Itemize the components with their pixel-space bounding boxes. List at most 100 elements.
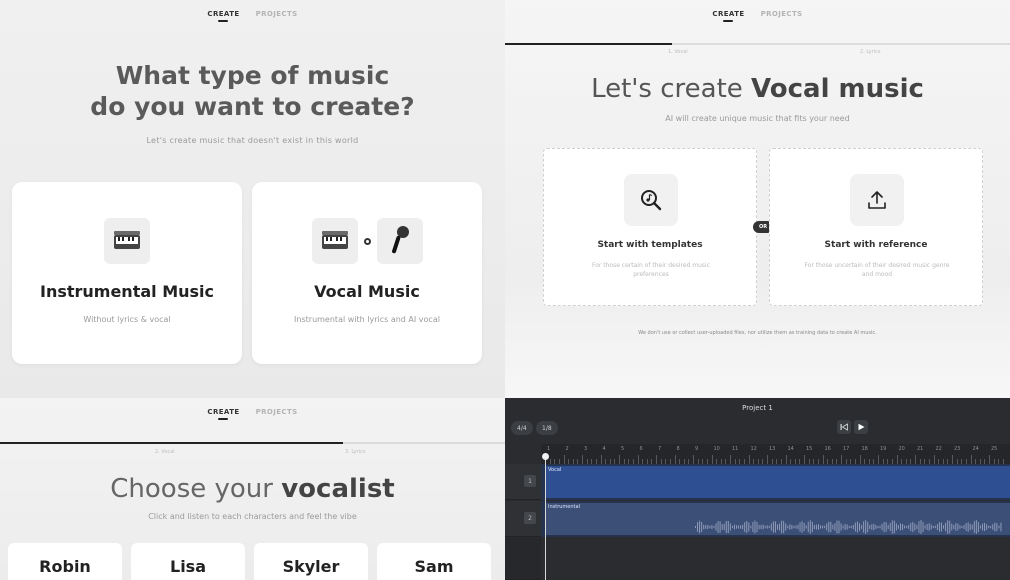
card-title: Vocal Music — [314, 282, 420, 301]
track-lane-instrumental[interactable]: Instrumental — [541, 501, 1010, 537]
waveform-bar — [781, 520, 783, 534]
waveform-bar — [826, 523, 828, 531]
waveform-bar — [744, 522, 746, 532]
note-value-chip[interactable]: 1/8 — [536, 421, 558, 435]
ruler-number: 20 — [898, 446, 905, 452]
waveform-bar — [699, 520, 701, 534]
transport-controls — [837, 420, 868, 434]
waveform-bar — [945, 522, 947, 532]
page-subtitle: Let's create music that doesn't exist in… — [146, 136, 359, 145]
progress-fill — [505, 43, 672, 45]
tab-projects[interactable]: PROJECTS — [761, 10, 803, 18]
vocalist-card-skyler[interactable]: Skyler — [254, 543, 368, 580]
ruler-number: 4 — [602, 446, 606, 452]
waveform — [695, 520, 1002, 534]
ruler-number: 14 — [787, 446, 794, 452]
ruler-number: 25 — [991, 446, 998, 452]
waveform-bar — [877, 525, 879, 529]
waveform-bar — [703, 524, 705, 530]
track-number[interactable]: 2 — [524, 512, 536, 524]
title-bold: vocalist — [281, 474, 395, 504]
time-signature-chip[interactable]: 4/4 — [511, 421, 533, 435]
waveform-bar — [965, 523, 967, 531]
waveform-bar — [936, 523, 938, 531]
waveform-bar — [754, 520, 756, 534]
waveform-bar — [930, 524, 932, 530]
waveform-bar — [977, 521, 979, 533]
waveform-bar — [881, 523, 883, 531]
vocal-music-card[interactable]: Vocal Music Instrumental with lyrics and… — [252, 182, 482, 364]
editor-panel: Project 1 4/4 1/8 1 2 3 4 5 6 7 8 9 10 11 12 13 14 15 1… — [505, 398, 1010, 580]
start-with-reference-card[interactable]: Start with reference For those uncertain… — [769, 148, 983, 306]
waveform-bar — [840, 523, 842, 531]
vocalist-card-robin[interactable]: Robin — [8, 543, 122, 580]
waveform-bar — [772, 521, 774, 533]
privacy-note: We don't use or collect user-uploaded fi… — [638, 330, 877, 336]
card-title: Start with reference — [824, 240, 928, 250]
waveform-bar — [863, 521, 865, 533]
waveform-bar — [844, 523, 846, 531]
waveform-bar — [920, 520, 922, 534]
track-header-vocal[interactable]: 1 — [505, 464, 541, 500]
instrumental-clip[interactable]: Instrumental — [545, 503, 1010, 535]
ruler-number: 7 — [658, 446, 662, 452]
waveform-bar — [988, 525, 990, 529]
waveform-bar — [908, 524, 910, 530]
waveform-bar — [883, 521, 885, 533]
playhead[interactable] — [542, 453, 549, 580]
instrumental-music-card[interactable]: Instrumental Music Without lyrics & voca… — [12, 182, 242, 364]
vocal-clip[interactable]: Vocal — [545, 466, 1010, 498]
empty-track-area — [505, 538, 541, 580]
tab-projects[interactable]: PROJECTS — [256, 10, 298, 18]
ruler-number: 15 — [806, 446, 813, 452]
title-line-2: do you want to create? — [90, 92, 415, 121]
top-nav: CREATE PROJECTS — [0, 408, 505, 420]
ruler-number: 9 — [695, 446, 699, 452]
vocalist-card-lisa[interactable]: Lisa — [131, 543, 245, 580]
waveform-bar — [859, 523, 860, 531]
waveform-bar — [723, 523, 725, 531]
clip-label: Vocal — [548, 467, 562, 473]
page-title: What type of music do you want to create… — [0, 60, 505, 122]
waveform-bar — [852, 524, 854, 530]
step-progress-bar — [505, 43, 1010, 45]
start-with-templates-card[interactable]: Start with templates For those certain o… — [543, 148, 757, 306]
waveform-bar — [830, 521, 832, 533]
tab-create[interactable]: CREATE — [207, 10, 239, 22]
waveform-bar — [990, 525, 992, 529]
ruler-number: 3 — [584, 446, 588, 452]
ruler-tick — [674, 455, 676, 464]
ruler-tick — [563, 455, 565, 464]
waveform-bar — [807, 521, 809, 533]
waveform-bar — [902, 524, 904, 530]
track-lane-vocal[interactable]: Vocal — [541, 464, 1010, 500]
play-icon[interactable] — [854, 420, 868, 434]
upload-icon — [850, 174, 904, 226]
card-subtitle: For those uncertain of their desired mus… — [804, 262, 950, 278]
waveform-bar — [922, 521, 924, 533]
ruler-tick — [619, 455, 620, 464]
step-label: 2. Lyrics — [860, 49, 881, 55]
step-label: 3. Lyrics — [345, 449, 366, 455]
top-nav: CREATE PROJECTS — [0, 10, 505, 22]
waveform-bar — [748, 522, 750, 532]
waveform-bar — [986, 524, 988, 530]
tab-projects[interactable]: PROJECTS — [256, 408, 298, 416]
track-header-instrumental[interactable]: 2 — [505, 501, 541, 537]
tab-create[interactable]: CREATE — [207, 408, 239, 420]
tab-create[interactable]: CREATE — [712, 10, 744, 22]
waveform-bar — [914, 523, 916, 531]
step-label: 1. Vocal — [668, 49, 688, 55]
ruler-tick — [989, 455, 990, 464]
ruler-tick — [582, 455, 583, 464]
ruler-tick — [711, 455, 713, 464]
skip-back-icon[interactable] — [837, 420, 851, 434]
waveform-bar — [815, 524, 817, 530]
track-number[interactable]: 1 — [524, 475, 536, 487]
waveform-bar — [979, 525, 981, 529]
timeline-ruler[interactable]: 1 2 3 4 5 6 7 8 9 10 11 12 13 14 15 16 17 18 19 20 21 22 23 24 2… — [541, 444, 1010, 464]
vocalist-card-sam[interactable]: Sam — [377, 543, 491, 580]
waveform-bar — [789, 524, 791, 530]
waveform-bar — [848, 525, 850, 529]
waveform-bar — [904, 525, 906, 529]
